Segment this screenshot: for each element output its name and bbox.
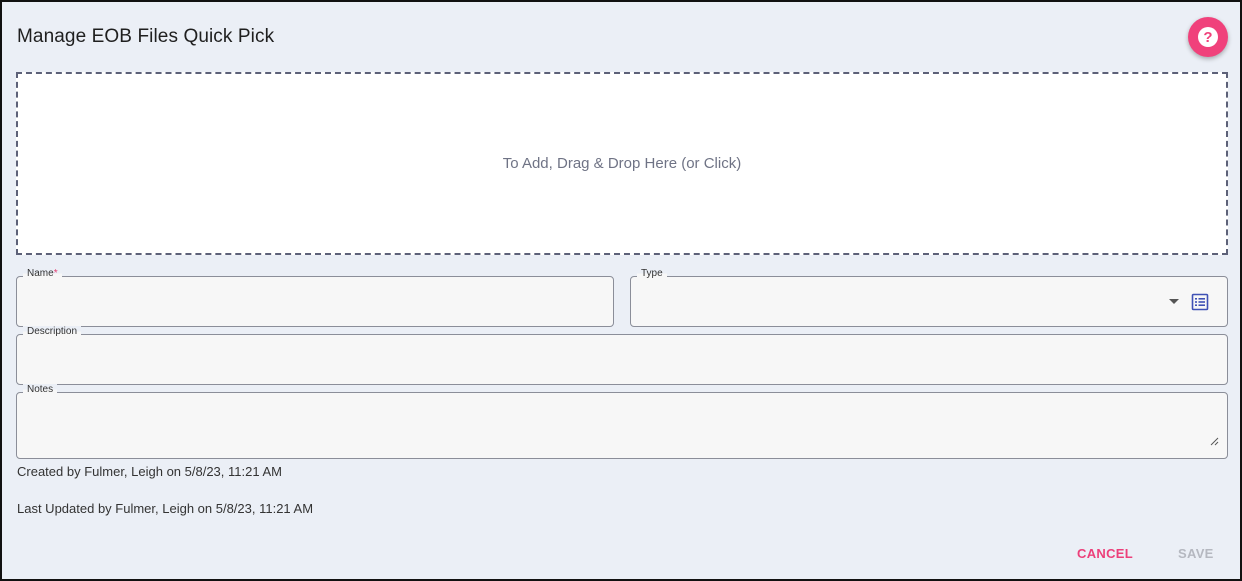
help-button[interactable]: ? xyxy=(1188,17,1228,57)
type-field[interactable]: Type xyxy=(630,268,1228,327)
dropzone-text: To Add, Drag & Drop Here (or Click) xyxy=(502,155,742,172)
manage-eob-quick-pick-dialog: Manage EOB Files Quick Pick ? To Add, Dr… xyxy=(0,0,1242,581)
file-dropzone[interactable]: To Add, Drag & Drop Here (or Click) xyxy=(16,72,1228,255)
notes-textarea[interactable] xyxy=(27,407,1211,451)
name-input[interactable] xyxy=(27,291,591,317)
description-input[interactable] xyxy=(27,349,1211,375)
list-details-icon[interactable] xyxy=(1191,293,1209,311)
name-label: Name* xyxy=(23,268,62,279)
required-marker: * xyxy=(53,268,58,279)
type-label: Type xyxy=(637,268,667,279)
dropdown-arrow-icon[interactable] xyxy=(1169,299,1179,304)
name-field[interactable]: Name* xyxy=(16,268,614,327)
notes-field[interactable]: Notes xyxy=(16,384,1228,459)
last-updated-text: Last Updated by Fulmer, Leigh on 5/8/23,… xyxy=(17,501,314,516)
help-question-icon: ? xyxy=(1198,27,1218,47)
notes-label: Notes xyxy=(23,384,58,395)
created-by-text: Created by Fulmer, Leigh on 5/8/23, 11:2… xyxy=(17,464,282,479)
resize-grip-icon[interactable] xyxy=(1210,437,1219,446)
dialog-title: Manage EOB Files Quick Pick xyxy=(17,26,275,47)
name-label-text: Name xyxy=(27,268,54,279)
description-label: Description xyxy=(23,326,82,337)
description-field[interactable]: Description xyxy=(16,326,1228,385)
save-button[interactable]: SAVE xyxy=(1178,546,1214,561)
cancel-button[interactable]: CANCEL xyxy=(1077,546,1133,561)
